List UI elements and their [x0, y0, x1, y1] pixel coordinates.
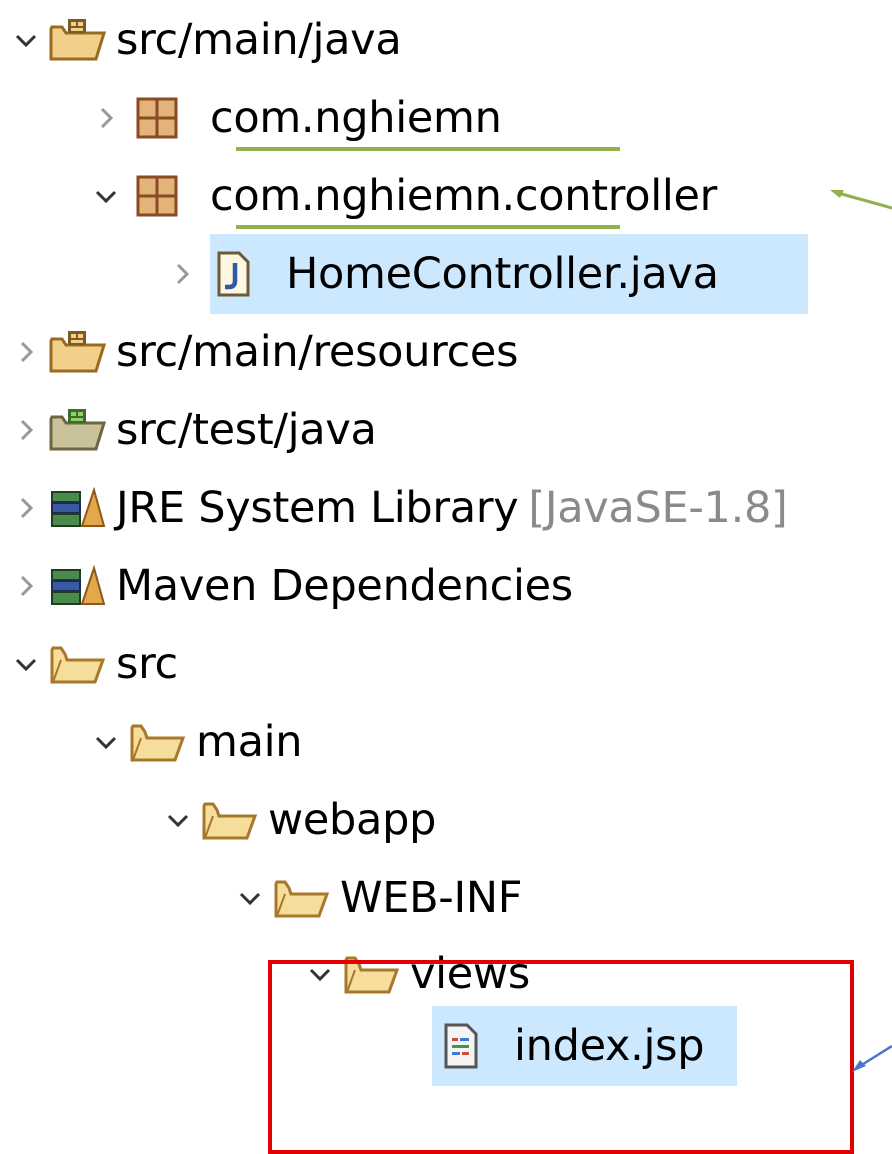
annotation-overlay	[830, 190, 892, 1072]
blue-arrowhead	[852, 1060, 866, 1072]
blue-annotation-arrow	[859, 1044, 892, 1068]
green-arrowhead	[830, 190, 844, 198]
green-annotation-arrow	[837, 191, 892, 210]
